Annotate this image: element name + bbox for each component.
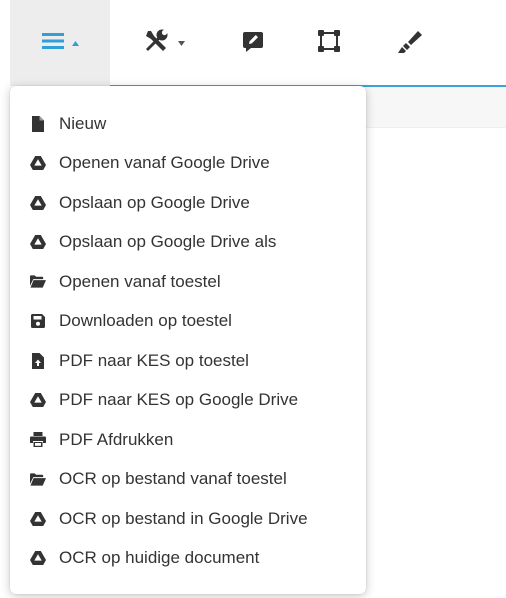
menu-item-pdf-kes-toestel[interactable]: PDF naar KES op toestel (10, 341, 366, 381)
print-icon (30, 432, 46, 448)
menu-item-label: OCR op bestand vanaf toestel (59, 469, 287, 489)
menu-item-label: Opslaan op Google Drive als (59, 232, 277, 252)
highlighter-button[interactable] (380, 0, 442, 86)
menu-item-ocr-huidige-document[interactable]: OCR op huidige document (10, 539, 366, 579)
google-drive-icon (30, 392, 46, 408)
tools-icon (142, 27, 170, 60)
file-icon (30, 115, 46, 132)
menu-item-pdf-afdrukken[interactable]: PDF Afdrukken (10, 420, 366, 460)
menu-item-label: PDF naar KES op Google Drive (59, 390, 299, 410)
crop-button[interactable] (298, 0, 360, 86)
menu-item-label: Openen vanaf Google Drive (59, 153, 270, 173)
hamburger-menu-button[interactable] (10, 0, 110, 86)
menu-item-pdf-kes-google-drive[interactable]: PDF naar KES op Google Drive (10, 381, 366, 421)
menu-item-label: Opslaan op Google Drive (59, 192, 250, 212)
caret-up-icon (71, 39, 79, 48)
menu-item-label: PDF naar KES op toestel (59, 350, 249, 370)
pen-square-icon (242, 30, 264, 57)
caret-down-icon (177, 39, 185, 48)
menu-item-ocr-bestand-toestel[interactable]: OCR op bestand vanaf toestel (10, 460, 366, 500)
google-drive-icon (30, 155, 46, 171)
menu-item-label: PDF Afdrukken (59, 429, 174, 449)
menu-item-label: Nieuw (59, 113, 107, 133)
google-drive-icon (30, 511, 46, 527)
menu-item-nieuw[interactable]: Nieuw (10, 104, 366, 144)
menu-item-downloaden-toestel[interactable]: Downloaden op toestel (10, 302, 366, 342)
folder-open-icon (30, 274, 46, 290)
google-drive-icon (30, 550, 46, 566)
save-icon (30, 313, 46, 329)
folder-open-icon (30, 471, 46, 487)
menu-item-ocr-bestand-google-drive[interactable]: OCR op bestand in Google Drive (10, 499, 366, 539)
menu-item-label: OCR op bestand in Google Drive (59, 508, 308, 528)
file-dropdown-menu: Nieuw Openen vanaf Google Drive Opslaan … (10, 86, 366, 594)
hamburger-icon (41, 32, 64, 55)
menu-item-label: Downloaden op toestel (59, 311, 232, 331)
google-drive-icon (30, 234, 46, 250)
google-drive-icon (30, 195, 46, 211)
menu-item-opslaan-google-drive-als[interactable]: Opslaan op Google Drive als (10, 223, 366, 263)
annotate-button[interactable] (218, 0, 288, 86)
toolbar (0, 0, 506, 87)
tools-button[interactable] (118, 0, 208, 86)
vector-square-icon (318, 29, 340, 57)
highlighter-icon (398, 29, 424, 58)
menu-item-label: OCR op huidige document (59, 548, 260, 568)
page-header-band (360, 87, 506, 128)
menu-item-openen-google-drive[interactable]: Openen vanaf Google Drive (10, 144, 366, 184)
menu-item-opslaan-google-drive[interactable]: Opslaan op Google Drive (10, 183, 366, 223)
menu-item-openen-toestel[interactable]: Openen vanaf toestel (10, 262, 366, 302)
menu-item-label: Openen vanaf toestel (59, 271, 221, 291)
app-window: Nieuw Openen vanaf Google Drive Opslaan … (0, 0, 506, 598)
file-upload-icon (30, 352, 46, 369)
